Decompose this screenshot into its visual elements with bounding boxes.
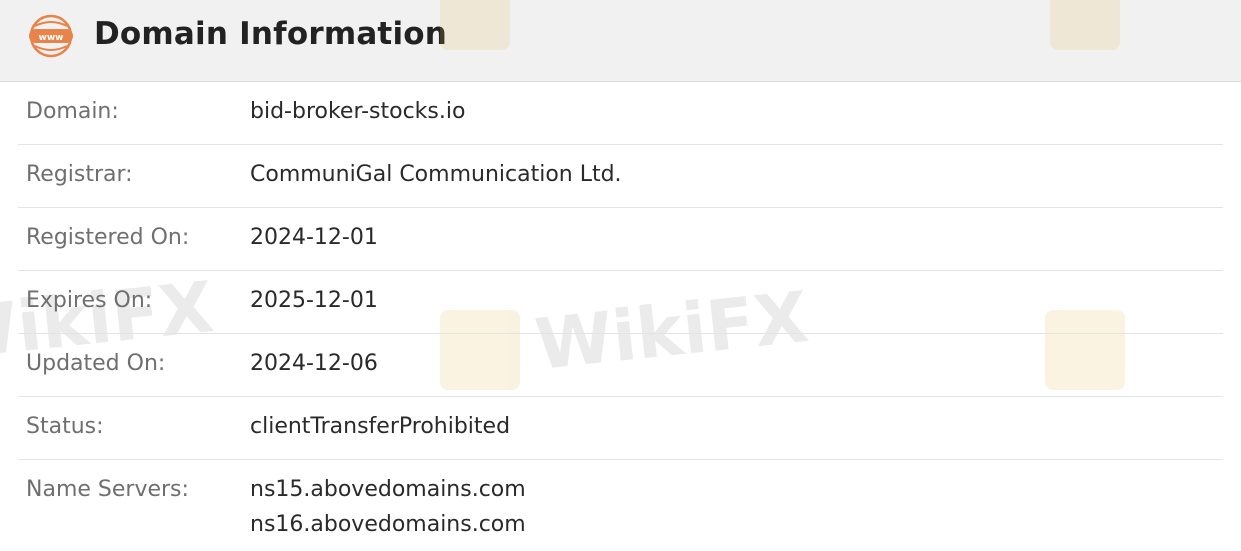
row-label: Updated On: [26, 351, 166, 376]
row-label: Registrar: [26, 162, 133, 187]
row-label: Expires On: [26, 288, 153, 313]
row-label: Name Servers: [26, 477, 189, 502]
row-label: Domain: [26, 99, 119, 124]
panel-header: www Domain Information [0, 0, 1241, 82]
row-value: bid-broker-stocks.io [250, 99, 466, 124]
svg-text:www: www [39, 33, 64, 43]
row-registered-on: Registered On: 2024-12-01 [18, 208, 1223, 271]
row-value: 2024-12-01 [250, 225, 378, 250]
row-registrar: Registrar: CommuniGal Communication Ltd. [18, 145, 1223, 208]
row-status: Status: clientTransferProhibited [18, 397, 1223, 460]
domain-info-table: Domain: bid-broker-stocks.io Registrar: … [0, 82, 1241, 550]
row-label: Registered On: [26, 225, 190, 250]
name-server-1: ns15.abovedomains.com [250, 477, 526, 502]
row-expires-on: Expires On: 2025-12-01 [18, 271, 1223, 334]
row-value: ns15.abovedomains.com ns16.abovedomains.… [250, 477, 526, 547]
domain-info-panel: www Domain Information WikiFX WikiFX Dom… [0, 0, 1241, 551]
row-name-servers: Name Servers: ns15.abovedomains.com ns16… [18, 460, 1223, 550]
row-value: 2024-12-06 [250, 351, 378, 376]
name-server-2: ns16.abovedomains.com [250, 512, 526, 537]
www-globe-icon: www [29, 14, 73, 58]
row-domain: Domain: bid-broker-stocks.io [18, 82, 1223, 145]
row-label: Status: [26, 414, 104, 439]
page-title: Domain Information [94, 16, 448, 52]
row-value: CommuniGal Communication Ltd. [250, 162, 622, 187]
row-value: clientTransferProhibited [250, 414, 511, 439]
row-value: 2025-12-01 [250, 288, 378, 313]
row-updated-on: Updated On: 2024-12-06 [18, 334, 1223, 397]
